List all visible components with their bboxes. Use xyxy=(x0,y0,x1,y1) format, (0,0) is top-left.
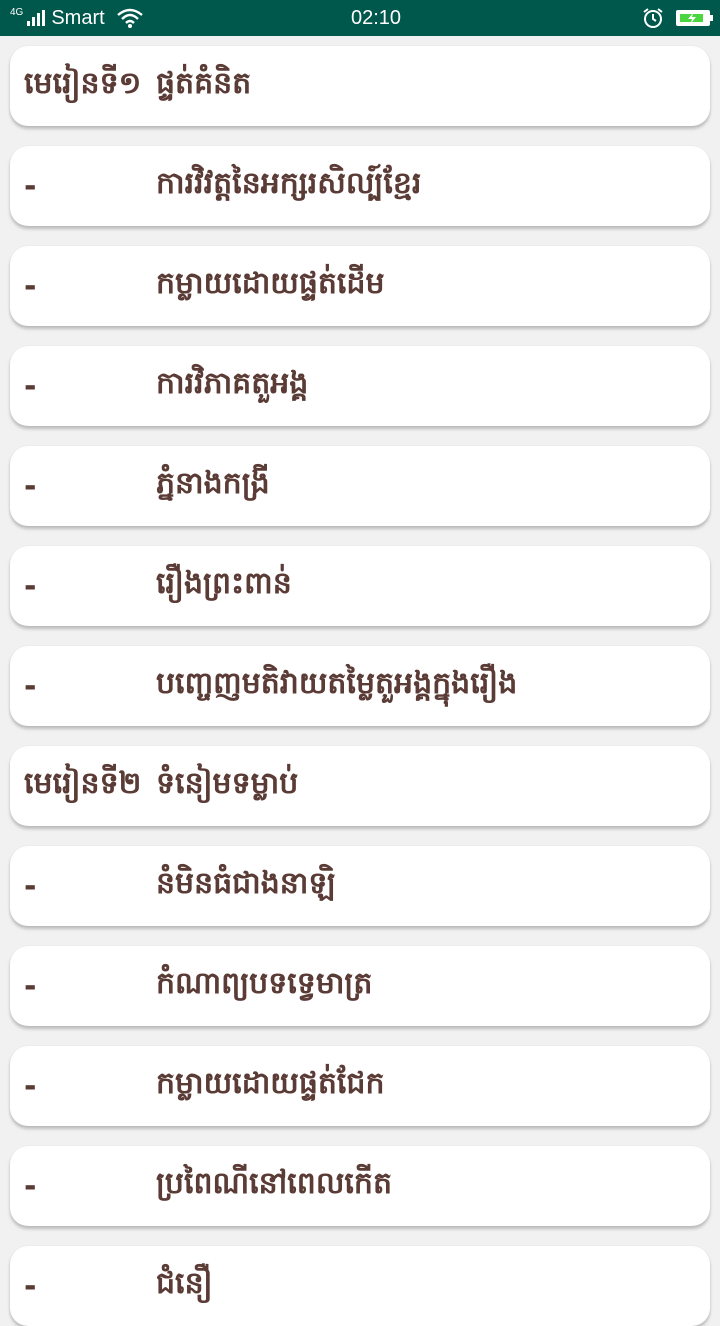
lesson-prefix: - xyxy=(24,468,37,504)
lesson-item[interactable]: - ជំនឿ xyxy=(10,1246,710,1326)
lesson-item[interactable]: - បញ្ចេញមតិវាយតម្លៃតួអង្គក្នុងរឿង xyxy=(10,646,710,726)
lesson-item[interactable]: - នំមិនធំជាងនាឡិ xyxy=(10,846,710,926)
lesson-title: ផ្ទត់គំនិត xyxy=(156,66,252,101)
lesson-item[interactable]: - រឿងព្រះពាន់ xyxy=(10,546,710,626)
signal-icon xyxy=(27,10,46,26)
lesson-prefix: - xyxy=(24,868,37,904)
carrier-name: Smart xyxy=(51,6,105,29)
lesson-prefix: មេរៀនទី១ xyxy=(24,66,142,101)
lesson-header[interactable]: មេរៀនទី១ ផ្ទត់គំនិត xyxy=(10,46,710,126)
lesson-title: ភ្នំនាងកង្រី xyxy=(156,466,270,501)
lesson-prefix: - xyxy=(24,968,37,1004)
lesson-title: នំមិនធំជាងនាឡិ xyxy=(156,866,336,901)
battery-level xyxy=(680,13,704,23)
lesson-title: ការវិភាគតួអង្គ xyxy=(156,366,309,401)
lesson-title: ទំនៀមទម្លាប់ xyxy=(156,766,299,801)
status-right xyxy=(642,7,713,29)
lesson-title: រឿងព្រះពាន់ xyxy=(156,566,292,601)
network-type: 4G xyxy=(10,7,24,18)
lesson-prefix: - xyxy=(24,268,37,304)
lesson-title: ជំនឿ xyxy=(156,1266,213,1301)
lesson-prefix: - xyxy=(24,1168,37,1204)
lesson-item[interactable]: - ភ្នំនាងកង្រី xyxy=(10,446,710,526)
lesson-header[interactable]: មេរៀនទី២ ទំនៀមទម្លាប់ xyxy=(10,746,710,826)
lesson-prefix: - xyxy=(24,368,37,404)
lesson-prefix: - xyxy=(24,668,37,704)
lesson-title: បញ្ចេញមតិវាយតម្លៃតួអង្គក្នុងរឿង xyxy=(156,666,518,701)
status-time: 02:10 xyxy=(350,6,402,29)
lesson-prefix: - xyxy=(24,1068,37,1104)
lesson-item[interactable]: - ការវិភាគតួអង្គ xyxy=(10,346,710,426)
lesson-prefix: មេរៀនទី២ xyxy=(24,766,142,801)
lesson-item[interactable]: - កម្លាយដោយផ្ទត់ជែក xyxy=(10,1046,710,1126)
battery-charging-icon xyxy=(676,10,713,26)
lesson-title: កម្លាយដោយផ្ទត់ដើម xyxy=(156,266,385,301)
lesson-prefix: - xyxy=(24,1268,37,1304)
lesson-item[interactable]: - ការវិវត្តនៃអក្សរសិល្ប៍ខ្មែរ xyxy=(10,146,710,226)
lesson-prefix: - xyxy=(24,168,37,204)
lesson-title: ការវិវត្តនៃអក្សរសិល្ប៍ខ្មែរ xyxy=(156,166,422,201)
lesson-prefix: - xyxy=(24,568,37,604)
lesson-item[interactable]: - កម្លាយដោយផ្ទត់ដើម xyxy=(10,246,710,326)
status-bar: 4G Smart 02:10 xyxy=(0,0,720,36)
alarm-icon xyxy=(642,7,664,29)
lesson-title: កំណាព្យបទទ្វេមាត្រ xyxy=(156,966,373,1001)
lesson-item[interactable]: - កំណាព្យបទទ្វេមាត្រ xyxy=(10,946,710,1026)
lesson-item[interactable]: - ប្រពៃណីនៅពេលកើត xyxy=(10,1146,710,1226)
lesson-title: កម្លាយដោយផ្ទត់ជែក xyxy=(156,1066,385,1101)
lesson-title: ប្រពៃណីនៅពេលកើត xyxy=(156,1166,392,1201)
